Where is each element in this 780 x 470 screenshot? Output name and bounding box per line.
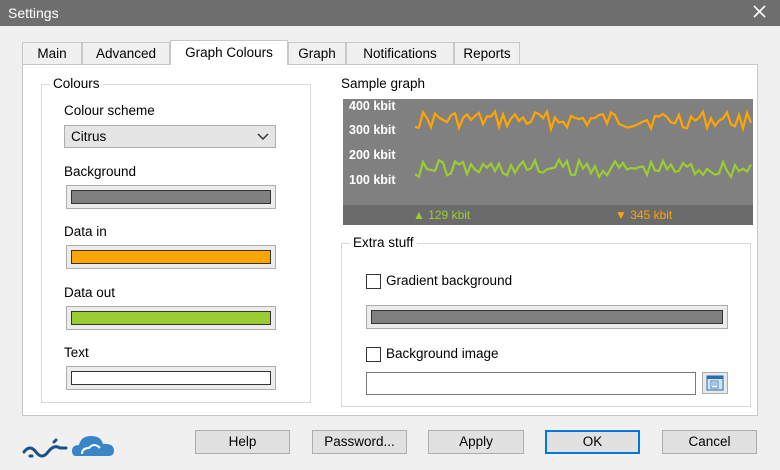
cloud-logo	[16, 424, 128, 466]
tab-main[interactable]: Main	[22, 42, 82, 65]
title-bar: Settings	[0, 0, 780, 26]
data-out-colour-swatch	[71, 311, 271, 325]
background-label: Background	[64, 164, 137, 179]
background-colour-button[interactable]	[66, 185, 276, 209]
colour-scheme-label: Colour scheme	[64, 103, 155, 118]
tab-reports[interactable]: Reports	[454, 42, 520, 65]
data-out-colour-button[interactable]	[66, 306, 276, 330]
y-label-300: 300 kbit	[349, 123, 396, 137]
colours-group: Colours Colour scheme Citrus Background …	[41, 76, 311, 403]
background-colour-swatch	[71, 190, 271, 204]
apply-button[interactable]: Apply	[428, 430, 524, 454]
cancel-button[interactable]: Cancel	[662, 430, 757, 454]
browse-button[interactable]	[702, 372, 728, 394]
colours-legend: Colours	[50, 76, 103, 91]
background-image-path-input[interactable]	[366, 372, 696, 395]
window-title: Settings	[8, 5, 59, 21]
password-button[interactable]: Password...	[312, 430, 407, 454]
gradient-background-checkbox[interactable]	[366, 274, 381, 289]
data-out-status: ▼ 345 kbit	[615, 208, 673, 222]
graph-status-bar: ▲ 129 kbit ▼ 345 kbit	[343, 205, 753, 225]
tab-graph[interactable]: Graph	[288, 42, 346, 65]
colour-scheme-value: Citrus	[71, 129, 107, 144]
data-out-label: Data out	[64, 285, 116, 300]
chevron-down-icon	[257, 130, 269, 145]
extra-stuff-group: Extra stuff Gradient background Backgrou…	[341, 235, 751, 407]
folder-browse-icon	[703, 373, 727, 393]
help-button[interactable]: Help	[195, 430, 290, 454]
data-in-colour-swatch	[71, 250, 271, 264]
text-colour-label: Text	[64, 345, 89, 360]
data-in-label: Data in	[64, 224, 107, 239]
sample-graph-label: Sample graph	[341, 76, 426, 91]
tab-graph-colours[interactable]: Graph Colours	[170, 40, 288, 65]
tab-advanced[interactable]: Advanced	[82, 42, 170, 65]
data-out-series-line	[414, 108, 753, 133]
data-in-colour-button[interactable]	[66, 245, 276, 269]
graph-plot	[414, 108, 753, 180]
background-image-checkbox[interactable]	[366, 347, 381, 362]
data-in-series-line	[414, 157, 752, 180]
background-image-label[interactable]: Background image	[386, 346, 499, 361]
gradient-colour-button[interactable]	[366, 305, 728, 329]
y-label-100: 100 kbit	[349, 173, 396, 187]
close-icon[interactable]	[750, 1, 770, 23]
extra-stuff-legend: Extra stuff	[350, 235, 417, 250]
gradient-colour-swatch	[371, 310, 723, 324]
sample-graph: 400 kbit 300 kbit 200 kbit 100 kbit ▲ 12…	[343, 99, 753, 225]
data-in-status: ▲ 129 kbit	[413, 208, 471, 222]
y-label-200: 200 kbit	[349, 148, 396, 162]
text-colour-swatch	[71, 371, 271, 385]
gradient-background-label[interactable]: Gradient background	[386, 273, 512, 288]
tab-notifications[interactable]: Notifications	[346, 42, 454, 65]
colour-scheme-select[interactable]: Citrus	[64, 125, 276, 148]
y-label-400: 400 kbit	[349, 99, 396, 113]
ok-button[interactable]: OK	[545, 430, 640, 454]
text-colour-button[interactable]	[66, 366, 276, 390]
tab-panel-graph-colours: Colours Colour scheme Citrus Background …	[22, 64, 758, 416]
